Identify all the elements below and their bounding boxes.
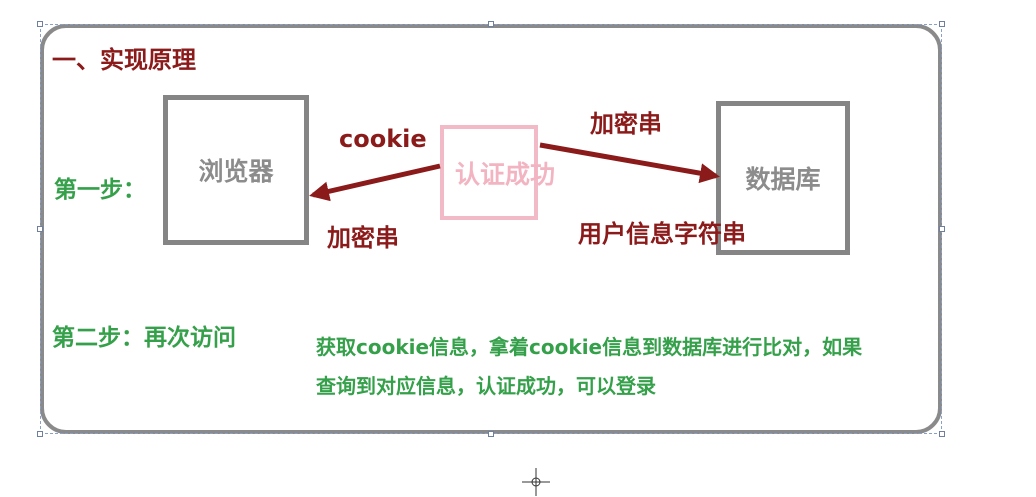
description-line-2: 查询到对应信息，认证成功，可以登录 (316, 374, 656, 398)
arrows-layer (309, 142, 720, 202)
user-info-string-label: 用户信息字符串 (578, 220, 746, 248)
cookie-label: cookie (339, 125, 427, 153)
encrypted-string-label-right: 加密串 (590, 110, 662, 138)
move-cursor-icon (522, 468, 550, 496)
encrypted-string-label-left: 加密串 (327, 224, 399, 252)
arrow-to-database (539, 142, 720, 184)
arrow-to-browser (309, 163, 441, 202)
description-line-1: 获取cookie信息，拿着cookie信息到数据库进行比对，如果 (316, 335, 863, 359)
